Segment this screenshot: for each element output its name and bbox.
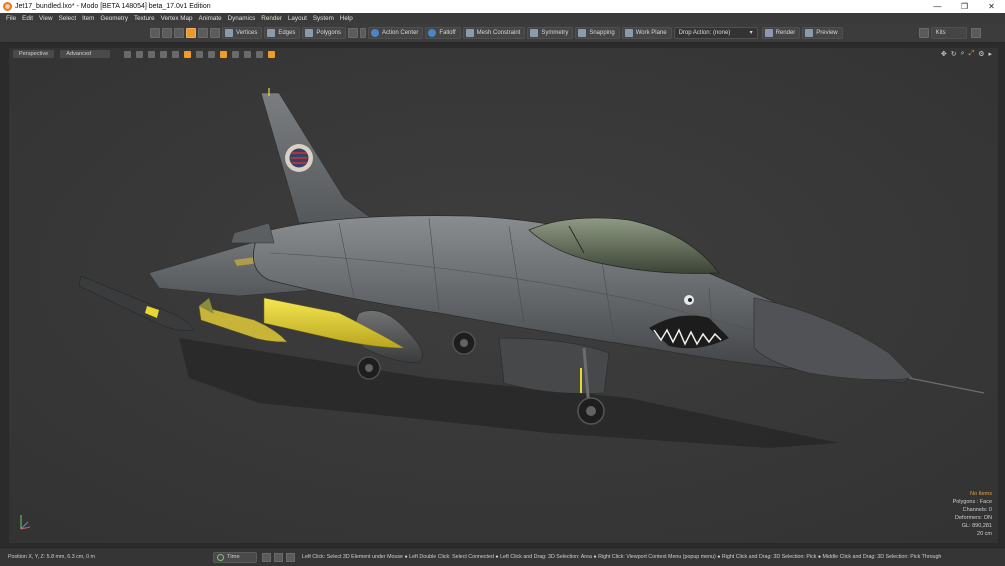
edges-mode-button[interactable]: Edges — [264, 26, 301, 39]
grid-icon[interactable] — [124, 50, 132, 58]
tools-icon[interactable] — [232, 50, 240, 58]
work-plane-icon — [624, 28, 633, 37]
time-button[interactable]: Time — [213, 551, 257, 563]
viewport-info-panel: No Items Polygons : Face Channels: 0 Def… — [953, 490, 992, 538]
item-mode-icon[interactable] — [186, 27, 196, 38]
rotate-icon[interactable]: ↻ — [951, 50, 957, 58]
texture-icon[interactable] — [196, 50, 204, 58]
menu-help[interactable]: Help — [337, 15, 356, 22]
snapping-button[interactable]: Snapping — [575, 26, 620, 39]
position-readout: Position X, Y, Z: 5.8 mm, 6.3 cm, 0 m — [8, 554, 95, 560]
deformers-info: Deformers: ON — [955, 515, 992, 521]
maximize-button[interactable]: ❐ — [951, 0, 978, 13]
select-tool-icon[interactable] — [162, 27, 172, 38]
overlay-icon[interactable] — [256, 50, 264, 58]
viewport-scene[interactable] — [9, 48, 999, 544]
settings-icon[interactable]: ⚙ — [978, 50, 984, 58]
channels-info: Channels: 0 — [962, 507, 992, 513]
polygons-mode-button[interactable]: Polygons — [302, 26, 347, 39]
action-center-button[interactable]: Action Center — [368, 26, 424, 39]
mouse-hints: Left Click: Select 3D Element under Mous… — [302, 554, 942, 560]
3d-viewport[interactable]: Perspective Advanced ✥ ↻ ⌕ ⤢ ⚙ ▸ No Item… — [8, 47, 999, 544]
chevron-down-icon: ▾ — [749, 30, 753, 36]
visibility-icon[interactable] — [208, 50, 216, 58]
menu-view[interactable]: View — [36, 15, 56, 22]
selection-info: No Items — [969, 491, 992, 497]
title-bar: Jet17_bundled.lxo* - Modo [BETA 148054] … — [0, 0, 1005, 13]
script-editor-icon[interactable] — [286, 552, 295, 562]
edges-icon — [267, 28, 276, 37]
wireframe-icon[interactable] — [136, 50, 144, 58]
vertices-mode-button[interactable]: Vertices — [222, 26, 263, 39]
menu-select[interactable]: Select — [56, 15, 80, 22]
auto-select-icon[interactable] — [198, 27, 208, 38]
expand-icon[interactable]: ▸ — [988, 50, 992, 58]
action-center-icon — [371, 28, 380, 37]
mesh-constraint-icon — [465, 28, 474, 37]
menu-animate[interactable]: Animate — [196, 15, 225, 22]
transform-tool-icon[interactable] — [174, 27, 184, 38]
menu-system[interactable]: System — [310, 15, 337, 22]
symmetry-button[interactable]: Symmetry — [527, 26, 574, 39]
viewport-header: Perspective Advanced ✥ ↻ ⌕ ⤢ ⚙ ▸ — [9, 48, 998, 60]
filter-icon[interactable] — [244, 50, 252, 58]
shading-toggle-icon[interactable] — [184, 50, 192, 58]
layout-icon[interactable] — [970, 27, 981, 38]
main-toolbar: Vertices Edges Polygons Action Center Fa… — [0, 23, 1005, 43]
camera-view-icon[interactable] — [268, 50, 276, 58]
zoom-icon[interactable]: ⌕ — [961, 50, 965, 58]
menu-vertex-map[interactable]: Vertex Map — [158, 15, 196, 22]
shading-mode-selector[interactable]: Advanced — [60, 50, 111, 58]
drop-action-dropdown[interactable]: Drop Action: (none) ▾ — [673, 26, 758, 39]
minimize-button[interactable]: — — [924, 0, 951, 13]
menu-texture[interactable]: Texture — [131, 15, 158, 22]
menu-geometry[interactable]: Geometry — [97, 15, 131, 22]
lights-icon[interactable] — [172, 50, 180, 58]
search-icon[interactable] — [918, 27, 929, 38]
gl-info: GL: 890,281 — [961, 523, 992, 529]
camera-icon[interactable] — [148, 50, 156, 58]
preview-button[interactable]: Preview — [802, 26, 843, 39]
material-mode-icon[interactable] — [210, 27, 220, 38]
clock-icon — [217, 553, 224, 561]
command-history-icon[interactable] — [262, 552, 271, 562]
menu-file[interactable]: File — [3, 15, 19, 22]
view-mode-selector[interactable]: Perspective — [13, 50, 55, 58]
falloff-icon — [428, 28, 437, 37]
menu-bar: File Edit View Select Item Geometry Text… — [0, 13, 1005, 23]
preview-icon — [805, 28, 814, 37]
grid-size-info: 20 cm — [977, 531, 992, 537]
snapping-icon — [578, 28, 587, 37]
menu-dynamics[interactable]: Dynamics — [225, 15, 259, 22]
pan-icon[interactable]: ✥ — [941, 50, 947, 58]
render-button[interactable]: Render — [761, 26, 801, 39]
selection-dropdown-icon[interactable] — [348, 27, 359, 38]
close-button[interactable]: ✕ — [978, 0, 1005, 13]
selection-highlight-icon[interactable] — [220, 50, 228, 58]
symmetry-icon — [530, 28, 539, 37]
polygons-info: Polygons : Face — [952, 499, 992, 505]
chevron-down-icon[interactable] — [360, 27, 367, 38]
status-bar: Position X, Y, Z: 5.8 mm, 6.3 cm, 0 m Ti… — [0, 547, 1005, 566]
menu-item[interactable]: Item — [79, 15, 97, 22]
menu-edit[interactable]: Edit — [19, 15, 36, 22]
polygons-icon — [305, 28, 314, 37]
menu-layout[interactable]: Layout — [285, 15, 310, 22]
menu-render[interactable]: Render — [258, 15, 285, 22]
axis-gizmo — [20, 515, 31, 530]
modo-app-icon — [3, 2, 12, 11]
window-title: Jet17_bundled.lxo* - Modo [BETA 148054] … — [15, 3, 211, 10]
work-plane-button[interactable]: Work Plane — [621, 26, 672, 39]
kits-button[interactable]: Kits — [930, 26, 967, 39]
falloff-button[interactable]: Falloff — [425, 26, 461, 39]
viewport-navigation: ✥ ↻ ⌕ ⤢ ⚙ ▸ — [937, 50, 992, 58]
render-icon — [764, 28, 773, 37]
move-tool-icon[interactable] — [150, 27, 160, 38]
viewport-options — [124, 50, 280, 58]
vertices-icon — [225, 28, 233, 37]
layers-icon[interactable] — [160, 50, 168, 58]
fit-icon[interactable]: ⤢ — [969, 50, 975, 58]
event-log-icon[interactable] — [274, 552, 283, 562]
mesh-constraint-button[interactable]: Mesh Constraint — [462, 26, 526, 39]
